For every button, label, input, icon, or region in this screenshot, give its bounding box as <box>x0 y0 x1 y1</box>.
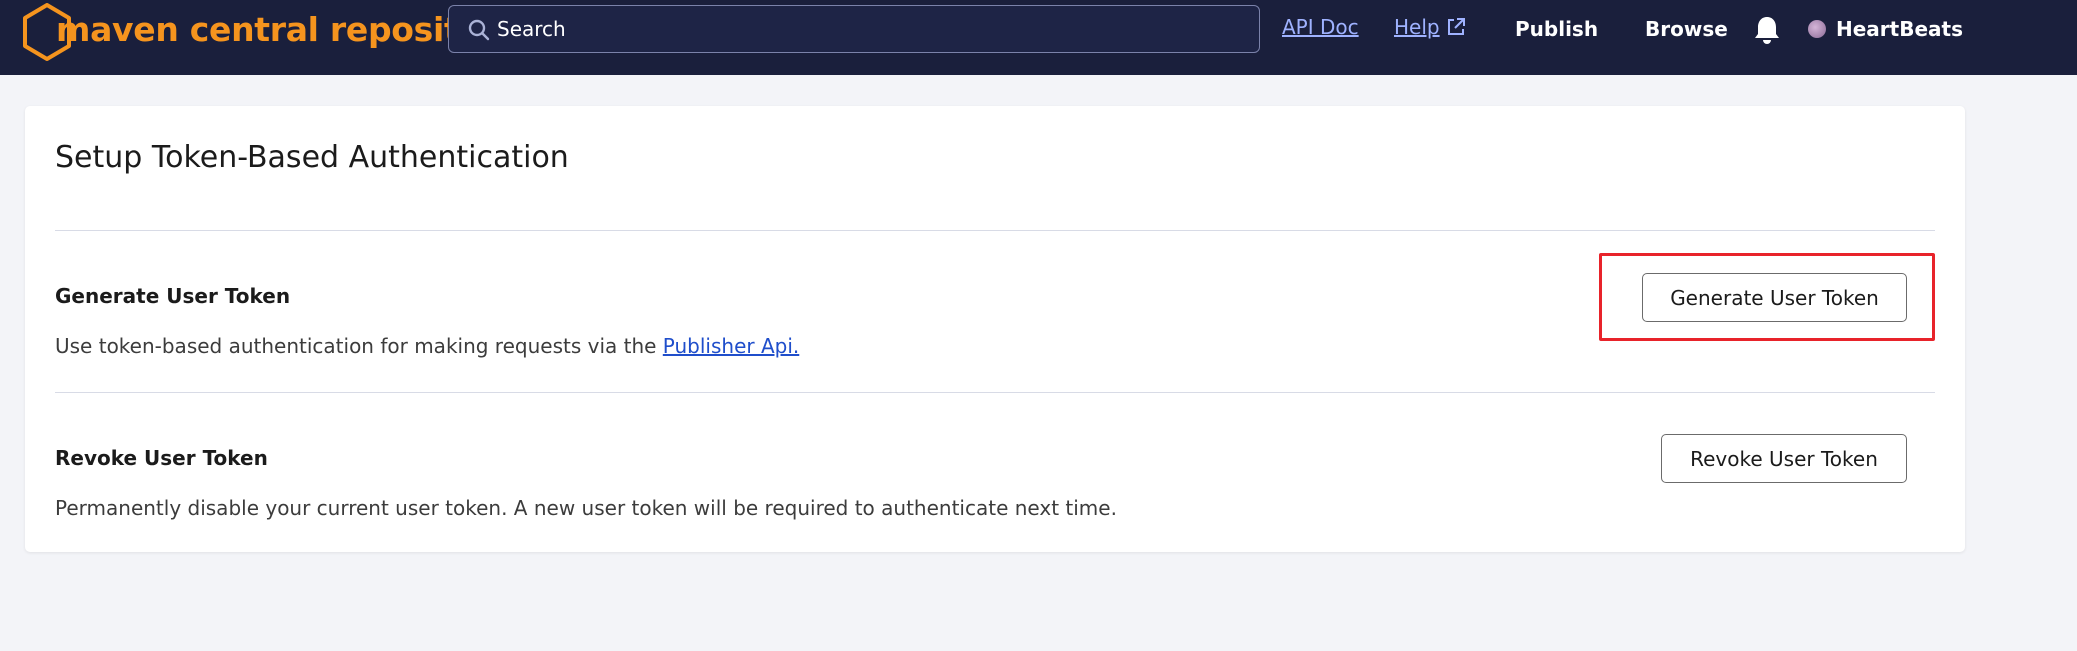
search-input[interactable] <box>497 6 1237 52</box>
generate-token-description: Use token-based authentication for makin… <box>55 334 799 358</box>
publisher-api-link[interactable]: Publisher Api. <box>663 334 799 358</box>
section-divider <box>55 392 1935 393</box>
search-icon <box>468 19 490 41</box>
revoke-token-description: Permanently disable your current user to… <box>55 496 1117 520</box>
top-navigation-bar: maven central repository API Doc Help Pu… <box>0 0 2077 75</box>
revoke-user-token-button[interactable]: Revoke User Token <box>1661 434 1907 483</box>
page-title: Setup Token-Based Authentication <box>55 140 569 175</box>
help-link[interactable]: Help <box>1394 15 1440 39</box>
browse-nav-item[interactable]: Browse <box>1645 17 1728 41</box>
notification-bell-icon[interactable] <box>1752 14 1782 46</box>
token-auth-card: Setup Token-Based Authentication Generat… <box>25 106 1965 552</box>
site-logo[interactable]: maven central repository <box>22 3 519 61</box>
search-box[interactable] <box>448 5 1260 53</box>
generate-token-description-text: Use token-based authentication for makin… <box>55 334 663 358</box>
external-link-icon[interactable] <box>1446 17 1466 37</box>
user-menu[interactable]: HeartBeats <box>1836 17 1963 41</box>
user-avatar[interactable] <box>1808 20 1826 38</box>
api-doc-link[interactable]: API Doc <box>1282 15 1359 39</box>
generate-token-heading: Generate User Token <box>55 284 291 308</box>
revoke-token-heading: Revoke User Token <box>55 446 268 470</box>
publish-nav-item[interactable]: Publish <box>1515 17 1598 41</box>
section-divider <box>55 230 1935 231</box>
generate-user-token-button[interactable]: Generate User Token <box>1642 273 1907 322</box>
